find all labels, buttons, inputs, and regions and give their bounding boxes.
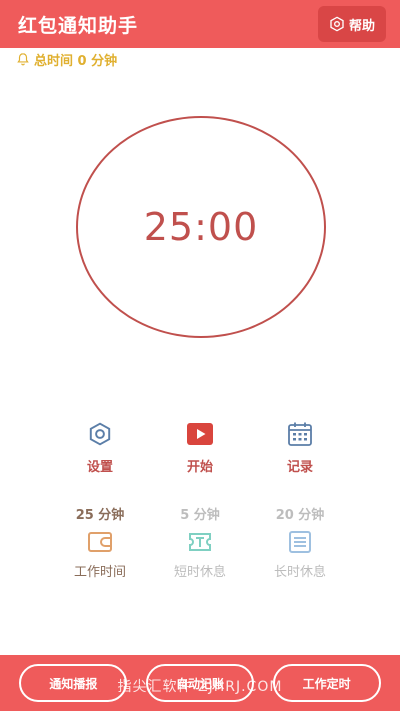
app-bar: 红包通知助手 帮助 xyxy=(0,0,400,48)
mode-short-break-duration: 5 分钟 xyxy=(180,508,220,523)
long-break-icon xyxy=(289,531,311,553)
records-action[interactable]: 记录 xyxy=(260,420,340,475)
timer-display: 25:00 xyxy=(143,205,259,249)
mode-work-duration: 25 分钟 xyxy=(75,508,125,523)
auto-bookkeeping-button[interactable]: 自动记账 xyxy=(145,664,254,702)
short-break-icon xyxy=(189,533,211,551)
help-label: 帮助 xyxy=(348,18,375,34)
total-time-label: 总时间 0 分钟 xyxy=(34,53,118,69)
calendar-icon xyxy=(286,420,314,448)
start-action[interactable]: 开始 xyxy=(160,420,240,475)
work-card-icon xyxy=(88,532,112,552)
settings-hex-icon xyxy=(330,16,344,32)
mode-short-break[interactable]: 5 分钟 短时休息 xyxy=(150,504,250,580)
settings-action[interactable]: 设置 xyxy=(60,420,140,475)
mode-long-break-duration: 20 分钟 xyxy=(275,508,325,523)
timer-circle: 25:00 xyxy=(76,116,326,338)
notification-broadcast-button[interactable]: 通知播报 xyxy=(19,664,128,702)
bottom-bar: 通知播报 自动记账 工作定时 xyxy=(0,655,400,711)
settings-label: 设置 xyxy=(86,460,113,475)
records-label: 记录 xyxy=(286,460,313,475)
play-icon xyxy=(186,420,214,448)
work-timer-button[interactable]: 工作定时 xyxy=(272,664,381,702)
mode-work-label: 工作时间 xyxy=(73,565,126,580)
start-label: 开始 xyxy=(186,460,213,475)
mode-long-break[interactable]: 20 分钟 长时休息 xyxy=(250,504,350,580)
bell-icon xyxy=(17,53,29,66)
total-time: 总时间 0 分钟 xyxy=(16,50,118,69)
app-title: 红包通知助手 xyxy=(18,14,139,37)
mode-short-break-label: 短时休息 xyxy=(173,565,226,580)
gear-icon xyxy=(86,420,114,448)
mode-work[interactable]: 25 分钟 工作时间 xyxy=(50,504,150,580)
mode-long-break-label: 长时休息 xyxy=(273,565,326,580)
help-button[interactable]: 帮助 xyxy=(318,6,386,42)
